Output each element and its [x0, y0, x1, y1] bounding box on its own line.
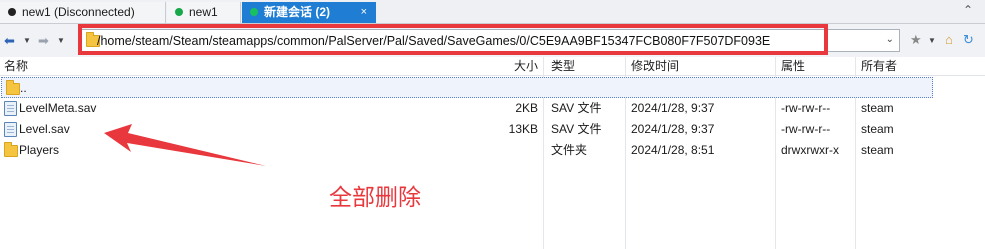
- list-item-players[interactable]: Players 文件夹 2024/1/28, 8:51 drwxrwxr-x s…: [0, 140, 985, 161]
- file-size: 13KB: [508, 122, 538, 136]
- tab-new1-disconnected[interactable]: new1 (Disconnected): [0, 2, 166, 23]
- file-modified: 2024/1/28, 9:37: [631, 122, 715, 136]
- tab-label: new1 (Disconnected): [22, 5, 135, 19]
- column-attributes[interactable]: 属性: [781, 57, 805, 75]
- chevron-up-icon[interactable]: ⌃: [963, 3, 973, 17]
- refresh-icon[interactable]: ↻: [963, 32, 974, 48]
- file-attributes: -rw-rw-r--: [781, 122, 831, 136]
- file-modified: 2024/1/28, 8:51: [631, 143, 715, 157]
- chevron-down-icon[interactable]: ⌄: [886, 34, 894, 45]
- file-name: ..: [20, 81, 27, 95]
- back-arrow-icon[interactable]: ⬅: [4, 33, 15, 49]
- list-item-levelmeta[interactable]: LevelMeta.sav 2KB SAV 文件 2024/1/28, 9:37…: [0, 98, 985, 119]
- annotation-text: 全部删除: [329, 184, 421, 210]
- back-dropdown-icon[interactable]: ▼: [23, 36, 31, 45]
- forward-dropdown-icon[interactable]: ▼: [57, 36, 65, 45]
- file-name: Level.sav: [19, 122, 70, 136]
- connected-status-icon: [175, 7, 183, 16]
- tab-new1[interactable]: new1: [167, 2, 241, 23]
- forward-arrow-icon[interactable]: ➡: [38, 33, 49, 49]
- file-owner: steam: [861, 122, 894, 136]
- file-attributes: drwxrwxr-x: [781, 143, 839, 157]
- file-type: SAV 文件: [551, 122, 602, 136]
- sav-file-icon: [4, 101, 17, 116]
- file-type: 文件夹: [551, 143, 588, 157]
- tab-bar: new1 (Disconnected) new1 新建会话 (2) × ⌃: [0, 0, 985, 24]
- file-owner: steam: [861, 101, 894, 115]
- disconnected-status-icon: [8, 7, 16, 16]
- folder-icon: [6, 80, 20, 95]
- file-list-header: 名称 大小 类型 修改时间 属性 所有者: [0, 57, 985, 76]
- file-modified: 2024/1/28, 9:37: [631, 101, 715, 115]
- tab-new-session-2[interactable]: 新建会话 (2) ×: [242, 2, 376, 23]
- file-owner: steam: [861, 143, 894, 157]
- path-input[interactable]: /home/steam/Steam/steamapps/common/PalSe…: [78, 29, 900, 52]
- column-type[interactable]: 类型: [551, 57, 575, 75]
- column-size[interactable]: 大小: [514, 57, 538, 75]
- folder-icon: [4, 142, 18, 157]
- address-toolbar: ⬅ ▼ ➡ ▼ /home/steam/Steam/steamapps/comm…: [0, 24, 985, 58]
- file-size: 2KB: [515, 101, 538, 115]
- connected-status-icon: [250, 7, 258, 16]
- list-item-level[interactable]: Level.sav 13KB SAV 文件 2024/1/28, 9:37 -r…: [0, 119, 985, 140]
- file-name: Players: [19, 143, 60, 157]
- column-modified[interactable]: 修改时间: [631, 57, 679, 75]
- column-name[interactable]: 名称: [4, 57, 28, 75]
- list-item-parent-dir[interactable]: ..: [1, 77, 933, 98]
- tab-label: 新建会话 (2): [264, 5, 331, 19]
- path-text: /home/steam/Steam/steamapps/common/PalSe…: [97, 34, 771, 48]
- column-owner[interactable]: 所有者: [861, 57, 897, 75]
- file-name: LevelMeta.sav: [19, 101, 97, 115]
- sav-file-icon: [4, 122, 17, 137]
- tab-label: new1: [189, 5, 218, 19]
- close-tab-icon[interactable]: ×: [361, 2, 367, 23]
- bookmark-star-icon[interactable]: ★: [910, 32, 922, 48]
- file-type: SAV 文件: [551, 101, 602, 115]
- bookmark-dropdown-icon[interactable]: ▼: [928, 36, 936, 45]
- home-folder-icon[interactable]: ⌂: [945, 32, 953, 47]
- file-attributes: -rw-rw-r--: [781, 101, 831, 115]
